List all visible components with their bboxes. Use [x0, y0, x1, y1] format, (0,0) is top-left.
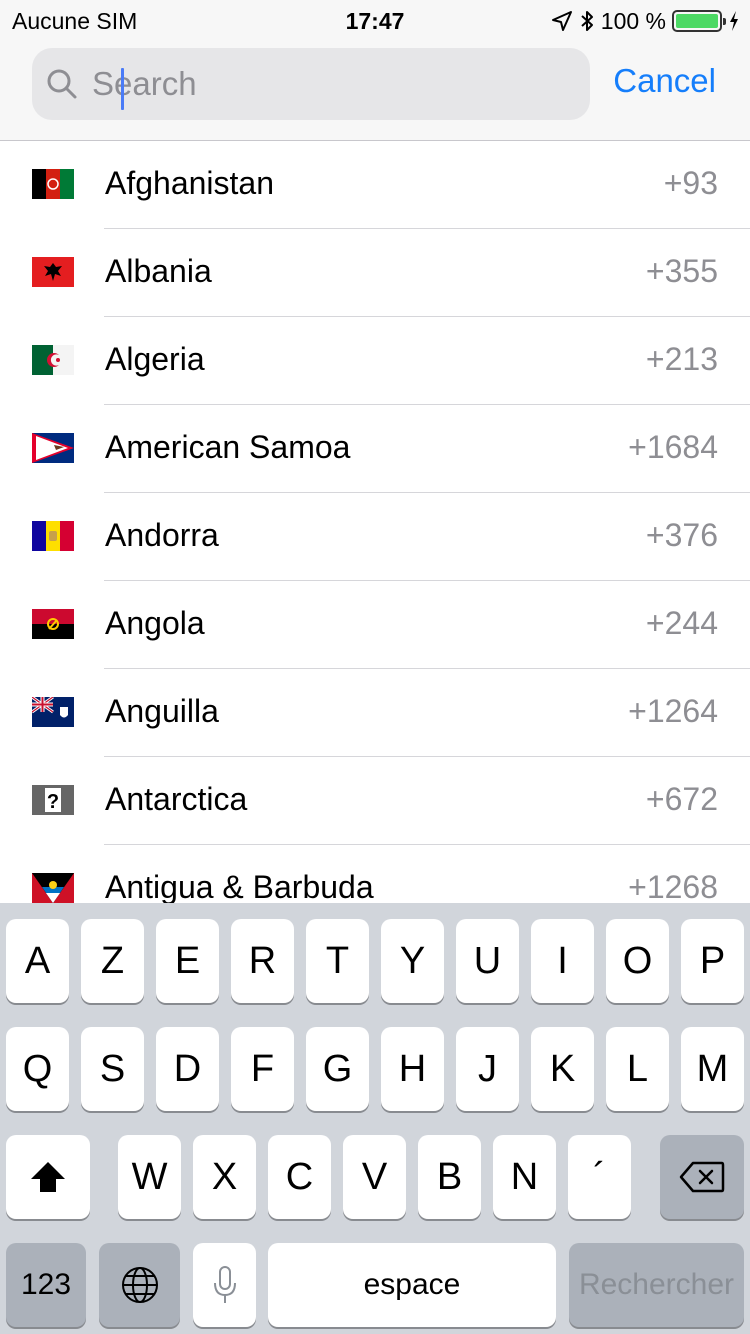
search-icon — [47, 69, 77, 99]
key-t[interactable]: T — [306, 919, 369, 1003]
location-icon — [551, 11, 572, 31]
country-name: Anguilla — [105, 693, 219, 729]
keyboard: A Z E R T Y U I O P Q S D F G H J K L M … — [0, 903, 750, 1334]
key-z[interactable]: Z — [81, 919, 144, 1003]
dial-code: +244 — [645, 605, 718, 641]
space-key[interactable]: espace — [268, 1243, 556, 1327]
unknown-flag-icon: ? — [32, 785, 74, 815]
key-w[interactable]: W — [118, 1135, 181, 1219]
shift-icon — [31, 1162, 65, 1192]
key-d[interactable]: D — [156, 1027, 219, 1111]
anguilla-flag-icon — [32, 697, 74, 727]
backspace-icon — [679, 1161, 725, 1193]
country-name: Andorra — [105, 517, 219, 553]
dial-code: +213 — [645, 341, 718, 377]
antigua-barbuda-flag-icon — [32, 873, 74, 903]
country-list[interactable]: Afghanistan +93 Albania +355 Algeria +21… — [0, 141, 750, 903]
key-a[interactable]: A — [6, 919, 69, 1003]
algeria-flag-icon — [32, 345, 74, 375]
key-q[interactable]: Q — [6, 1027, 69, 1111]
country-row-antigua-barbuda[interactable]: Antigua & Barbuda +1268 — [0, 845, 750, 903]
key-k[interactable]: K — [531, 1027, 594, 1111]
dial-code: +1268 — [628, 869, 718, 903]
key-s[interactable]: S — [81, 1027, 144, 1111]
key-u[interactable]: U — [456, 919, 519, 1003]
text-cursor — [121, 68, 124, 110]
key-f[interactable]: F — [231, 1027, 294, 1111]
battery-level — [676, 14, 718, 28]
country-row-albania[interactable]: Albania +355 — [0, 229, 750, 317]
globe-icon — [121, 1267, 158, 1303]
country-name: Algeria — [105, 341, 205, 377]
country-name: Afghanistan — [105, 165, 275, 201]
key-c[interactable]: C — [268, 1135, 331, 1219]
search-input[interactable] — [88, 48, 578, 120]
key-j[interactable]: J — [456, 1027, 519, 1111]
key-e[interactable]: E — [156, 919, 219, 1003]
dial-code: +672 — [645, 781, 718, 817]
key-i[interactable]: I — [531, 919, 594, 1003]
key-b[interactable]: B — [418, 1135, 481, 1219]
country-row-antarctica[interactable]: ? Antarctica +672 — [0, 757, 750, 845]
key-y[interactable]: Y — [381, 919, 444, 1003]
key-p[interactable]: P — [681, 919, 744, 1003]
numbers-key[interactable]: 123 — [6, 1243, 86, 1327]
key-h[interactable]: H — [381, 1027, 444, 1111]
search-field[interactable] — [32, 48, 590, 120]
country-name: Angola — [105, 605, 205, 641]
country-row-american-samoa[interactable]: American Samoa +1684 — [0, 405, 750, 493]
battery-icon — [672, 10, 726, 32]
status-bar: Aucune SIM 17:47 100 % — [0, 0, 750, 40]
search-return-key[interactable]: Rechercher — [569, 1243, 744, 1327]
search-header: Cancel — [0, 40, 750, 141]
albania-flag-icon — [32, 257, 74, 287]
country-name: American Samoa — [105, 429, 351, 465]
key-o[interactable]: O — [606, 919, 669, 1003]
dial-code: +1264 — [628, 693, 718, 729]
key-x[interactable]: X — [193, 1135, 256, 1219]
cancel-button[interactable]: Cancel — [613, 62, 716, 100]
country-row-algeria[interactable]: Algeria +213 — [0, 317, 750, 405]
dial-code: +93 — [663, 165, 718, 201]
backspace-key[interactable] — [660, 1135, 744, 1219]
key-acute-accent[interactable]: ´ — [568, 1135, 631, 1219]
status-icons: 100 % — [551, 7, 740, 35]
microphone-icon — [213, 1266, 236, 1303]
country-name: Antarctica — [105, 781, 248, 817]
bluetooth-icon — [581, 11, 593, 31]
key-v[interactable]: V — [343, 1135, 406, 1219]
dial-code: +355 — [645, 253, 718, 289]
country-row-angola[interactable]: Angola +244 — [0, 581, 750, 669]
key-r[interactable]: R — [231, 919, 294, 1003]
key-l[interactable]: L — [606, 1027, 669, 1111]
country-name: Albania — [105, 253, 212, 289]
afghanistan-flag-icon — [32, 169, 74, 199]
andorra-flag-icon — [32, 521, 74, 551]
key-n[interactable]: N — [493, 1135, 556, 1219]
charging-icon — [730, 11, 738, 31]
country-row-afghanistan[interactable]: Afghanistan +93 — [0, 141, 750, 229]
dial-code: +376 — [645, 517, 718, 553]
country-row-andorra[interactable]: Andorra +376 — [0, 493, 750, 581]
key-m[interactable]: M — [681, 1027, 744, 1111]
country-name: Antigua & Barbuda — [105, 869, 374, 903]
dictation-key[interactable] — [193, 1243, 256, 1327]
country-row-anguilla[interactable]: Anguilla +1264 — [0, 669, 750, 757]
shift-key[interactable] — [6, 1135, 90, 1219]
battery-percent: 100 % — [600, 7, 666, 34]
american-samoa-flag-icon — [32, 433, 74, 463]
angola-flag-icon — [32, 609, 74, 639]
key-g[interactable]: G — [306, 1027, 369, 1111]
dial-code: +1684 — [628, 429, 718, 465]
svg-text:?: ? — [47, 791, 59, 813]
globe-key[interactable] — [99, 1243, 180, 1327]
